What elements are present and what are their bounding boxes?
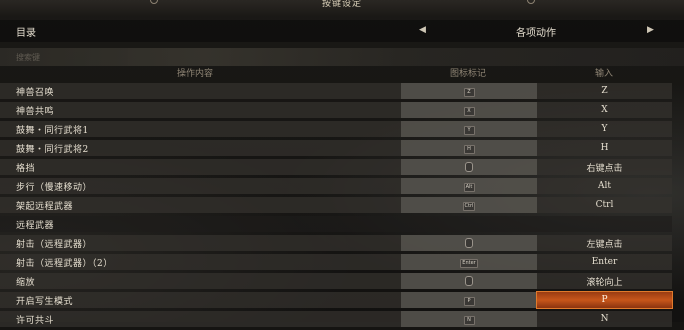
triangle-left-icon[interactable]: ◀ (419, 25, 426, 35)
icon-cell: Ctrl (401, 197, 537, 213)
keybinding-row[interactable]: 架起远程武器 Ctrl Ctrl (0, 197, 672, 213)
key-binding-button[interactable]: Z (537, 83, 672, 99)
action-label: 步行（慢速移动） (0, 178, 401, 194)
keybinding-row[interactable]: 射击（远程武器） 左键点击 (0, 235, 672, 251)
keycap-icon: Alt (463, 182, 475, 192)
keycap-icon: Enter (460, 258, 478, 268)
action-label: 射击（远程武器）（2） (0, 254, 401, 270)
icon-cell: Z (401, 83, 537, 99)
keybinding-row[interactable]: 鼓舞・同行武将2 H H (0, 140, 672, 156)
action-label: 神兽召唤 (0, 83, 401, 99)
key-binding-button[interactable]: Ctrl (537, 197, 672, 213)
action-label: 许可共斗 (0, 311, 401, 327)
keycap-icon: Ctrl (462, 201, 476, 211)
keybinding-row[interactable]: 缩放 滚轮向上 (0, 273, 672, 289)
column-header-action: 操作内容 (177, 69, 214, 79)
column-header-input: 输入 (595, 69, 614, 79)
keycap-icon: P (463, 296, 475, 306)
keybinding-row[interactable]: 射击（远程武器）（2） Enter Enter (0, 254, 672, 270)
category-bar: 目录 ◀ 各项动作 ▶ (0, 20, 684, 42)
key-binding-button[interactable]: 滚轮向上 (537, 273, 672, 289)
action-label: 格挡 (0, 159, 401, 175)
action-label: 缩放 (0, 273, 401, 289)
section-header: 远程武器 (0, 216, 672, 232)
section-label: 远程武器 (0, 216, 672, 232)
key-binding-button[interactable]: 右键点击 (537, 159, 672, 175)
icon-cell (401, 159, 537, 175)
action-label: 架起远程武器 (0, 197, 401, 213)
keybinding-row[interactable]: 神兽召唤 Z Z (0, 83, 672, 99)
icon-cell (401, 235, 537, 251)
key-binding-button[interactable]: X (537, 102, 672, 118)
mouse-left-icon (465, 237, 473, 248)
action-label: 鼓舞・同行武将2 (0, 140, 401, 156)
search-placeholder: 搜索键 (16, 53, 40, 62)
category-selector[interactable]: 各项动作 (516, 24, 556, 39)
keybinding-row[interactable]: 神兽共鸣 X X (0, 102, 672, 118)
keycap-icon: Z (463, 87, 475, 97)
keycap-icon: Y (463, 125, 475, 135)
keybinding-row[interactable]: 鼓舞・同行武将1 Y Y (0, 121, 672, 137)
triangle-right-icon[interactable]: ▶ (647, 25, 654, 35)
keybinding-row[interactable]: 开启写生模式 P P (0, 291, 673, 309)
icon-cell: P (401, 292, 537, 308)
title-bar: 按键设定 (0, 0, 684, 16)
window-title: 按键设定 (321, 0, 362, 9)
column-header-icon: 图标标记 (450, 69, 487, 79)
keycap-icon: H (463, 144, 475, 154)
mouse-wheel-icon (465, 275, 473, 286)
action-label: 射击（远程武器） (0, 235, 401, 251)
icon-cell (401, 273, 537, 289)
keybinding-row[interactable]: 许可共斗 N N (0, 311, 672, 327)
icon-cell: H (401, 140, 537, 156)
icon-cell: X (401, 102, 537, 118)
icon-cell: N (401, 311, 537, 327)
keycap-icon: X (463, 106, 475, 116)
key-binding-button[interactable]: 左键点击 (537, 235, 672, 251)
icon-cell: Enter (401, 254, 537, 270)
keycap-icon: N (463, 315, 475, 325)
action-label: 鼓舞・同行武将1 (0, 121, 401, 137)
keybinding-table: 神兽召唤 Z Z 神兽共鸣 X X 鼓舞・同行武将1 Y Y 鼓舞・同行武将2 H H 格挡 右键点击步行… (0, 80, 673, 330)
search-bar[interactable]: 搜索键 (0, 48, 684, 66)
key-binding-button[interactable]: Alt (537, 178, 672, 194)
key-binding-button[interactable]: P (536, 291, 673, 309)
key-binding-button[interactable]: Y (537, 121, 672, 137)
key-binding-button[interactable]: Enter (537, 254, 672, 270)
key-binding-button[interactable]: H (537, 140, 672, 156)
mouse-right-icon (465, 161, 473, 172)
icon-cell: Alt (401, 178, 537, 194)
menu-label[interactable]: 目录 (16, 24, 36, 39)
keybinding-row[interactable]: 格挡 右键点击 (0, 159, 672, 175)
keybinding-row[interactable]: 步行（慢速移动） Alt Alt (0, 178, 672, 194)
key-binding-button[interactable]: N (537, 311, 672, 327)
action-label: 开启写生模式 (0, 292, 401, 308)
action-label: 神兽共鸣 (0, 102, 401, 118)
icon-cell: Y (401, 121, 537, 137)
